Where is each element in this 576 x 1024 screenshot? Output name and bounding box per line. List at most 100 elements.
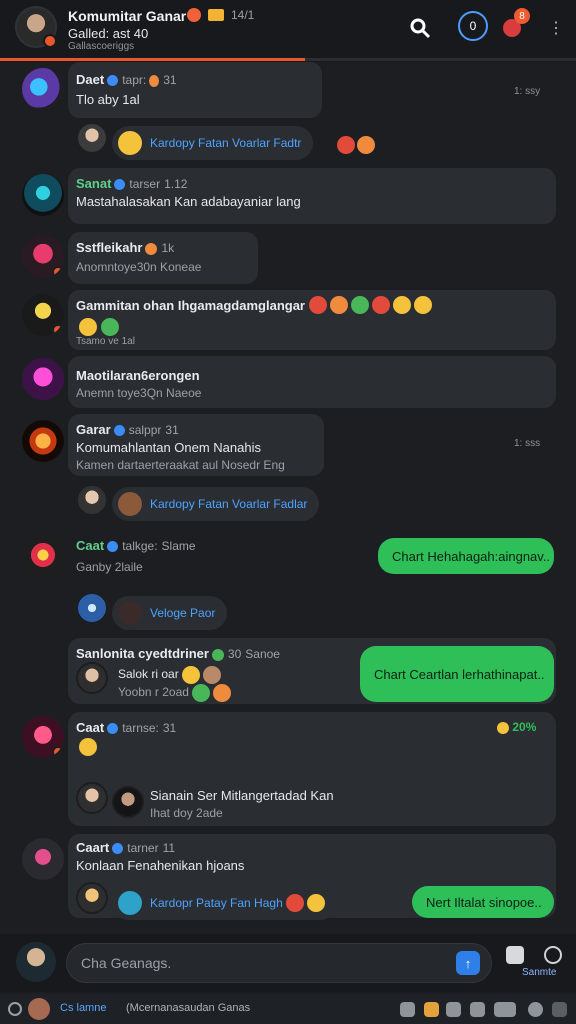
sender-name[interactable]: Sanat tarser 1.12 [76,176,187,191]
sender-meta: tarner [127,841,159,855]
send-button[interactable]: ↑ [456,951,480,975]
chat-app: Komumitar Ganar 14/1 Galled: ast 40 Gall… [0,0,576,1024]
tool-icon[interactable] [446,1002,461,1017]
reply-avatar[interactable] [112,786,144,818]
reply-avatar[interactable] [76,782,108,814]
sender-stat: 1.12 [164,177,188,191]
message-text: Komumahlantan Onem Nanahis [76,440,261,455]
avatar[interactable] [76,662,108,694]
bottom-avatar[interactable] [28,998,50,1020]
sender-name[interactable]: Sstfleikahr 1k [76,240,174,255]
status-dot [43,34,57,48]
status-dot [52,266,64,278]
sender-meta: Sanoe [245,647,280,661]
avatar[interactable] [22,534,64,576]
avatar[interactable] [22,716,64,758]
reaction-icon[interactable] [372,296,390,314]
sad-face-icon[interactable] [79,738,97,756]
reaction-icon[interactable] [330,296,348,314]
outgoing-bubble[interactable]: Chart Ceartlan lerhathinapat.. [360,646,554,702]
camera-icon[interactable] [506,946,524,964]
settings-icon[interactable] [8,1002,22,1016]
reaction-icon[interactable] [351,296,369,314]
clover-icon[interactable] [101,318,119,336]
tool-icon[interactable] [470,1002,485,1017]
sender-name[interactable]: Gammitan ohan Ihgamagdamglangar [76,298,305,313]
percent-badge: 20% [494,720,536,734]
message-subtext: Ganby 2laile [76,560,143,574]
reply-avatar[interactable] [76,484,108,516]
sender-name[interactable]: Caat tarnse: 31 [76,720,176,735]
sender-stat: 31 [162,721,177,735]
reaction-icon [306,894,325,912]
sender-name[interactable]: Garar salppr 31 [76,422,179,437]
subtext-content: Yoobn r 2oad [118,685,189,700]
reply-chip-3[interactable]: Veloge Paor [112,596,228,630]
sender-name[interactable]: Daet tapr: 31 [76,72,177,87]
tool-icon[interactable] [552,1002,567,1017]
avatar[interactable] [22,68,64,110]
chat-icon[interactable] [544,946,562,964]
reply-avatar[interactable] [76,122,108,154]
search-icon[interactable] [406,14,434,42]
reply-chip-1[interactable]: Kardopy Fatan Voarlar Fadtr [112,126,314,160]
reply-chip-2[interactable]: Kardopy Fatan Voarlar Fadlar [112,487,320,521]
reaction-icon[interactable] [337,136,355,154]
reply-text: Veloge Paor [150,606,216,620]
status-bar: Cs lamne (Mcernanasaudan Ganas [0,994,576,1024]
message-text: Salok ri oar [118,666,221,684]
message-6: Garar salppr 31 Komumahlantan Onem Nanahis… [0,414,576,484]
tool-icon[interactable] [400,1002,415,1017]
sender-name[interactable]: Caat talkge: Slame [76,538,196,553]
verified-icon [107,723,119,735]
reaction-icon[interactable] [357,136,375,154]
sender-stat: Slame [161,539,196,553]
tool-icon[interactable] [494,1002,516,1017]
message-text-content: Salok ri oar [118,667,179,682]
reply-avatar-small [118,492,142,516]
percent-value: 20% [512,720,537,734]
coin-icon[interactable] [424,1002,439,1017]
sender-meta: salppr [128,423,162,437]
help-icon[interactable] [528,1002,543,1017]
user-avatar[interactable] [16,942,56,982]
timer-icon[interactable]: 0 [458,11,488,41]
message-9: Caat tarnse: 31 20% Sianain Ser Mitlangert… [0,712,576,830]
avatar[interactable] [22,294,64,336]
sender-meta: tarnse: [122,721,159,735]
reply-text: Kardopy Fatan Voarlar Fadtr [150,136,302,150]
community-avatar[interactable] [15,6,57,48]
timestamp: 1: sss [514,438,541,449]
more-icon[interactable]: ⋮ [542,14,570,42]
avatar[interactable] [22,838,64,880]
message-3: Sstfleikahr 1k Anomntoye30n Koneae [0,232,576,286]
alert-icon[interactable]: 8 [498,8,530,42]
avatar[interactable] [22,236,64,278]
avatar[interactable] [22,420,64,462]
reaction-icon[interactable] [393,296,411,314]
bottom-tab[interactable]: Cs lamne [60,1002,106,1014]
sender-name[interactable]: Maotilaran6erongen [76,368,200,383]
outgoing-bubble[interactable]: Nert Iltalat sinopoe.. [412,886,554,918]
reaction-icon[interactable] [414,296,432,314]
progress-bar [0,58,576,61]
avatar[interactable] [22,358,64,400]
reaction-icon[interactable] [309,296,327,314]
sender-name[interactable]: Sanlonita cyedtdriner 30 Sanoe [76,646,280,661]
reply-avatar[interactable] [76,592,108,624]
avatar[interactable] [22,174,64,216]
message-input[interactable] [66,943,492,983]
header: Komumitar Ganar 14/1 Galled: ast 40 Gall… [0,0,576,62]
reply-text: Sianain Ser Mitlangertadad Kan [150,788,334,803]
smile-icon [181,666,200,684]
badge-icon [211,648,224,661]
bottom-status: (Mcernanasaudan Ganas [126,1002,251,1014]
sender-name[interactable]: Caart tarner 11 [76,840,175,855]
reply-chip-4[interactable]: Kardopr Patay Fan Hagh [112,886,337,920]
outgoing-bubble[interactable]: Chart Hehahagah:aingnav.. [378,538,554,574]
reply-avatar[interactable] [76,882,108,914]
badge-icon [208,9,224,21]
smile-icon[interactable] [79,318,97,336]
composer-action-label[interactable]: Sanmte [522,967,556,978]
sender-meta: tapr: [122,73,147,87]
